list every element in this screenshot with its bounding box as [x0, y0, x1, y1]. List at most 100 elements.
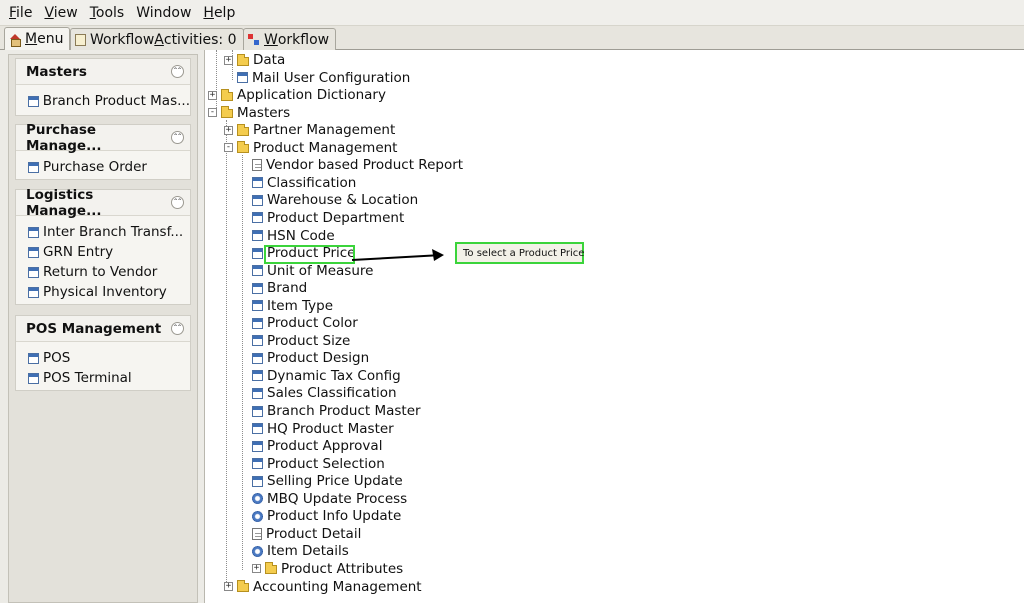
- report-icon: [252, 527, 262, 540]
- tree-node[interactable]: + Accounting Management: [224, 578, 422, 596]
- tree-node[interactable]: Product Selection: [252, 455, 385, 473]
- tree-node[interactable]: + Data: [224, 51, 285, 69]
- menu-view[interactable]: View: [38, 0, 83, 26]
- favorite-item[interactable]: Physical Inventory: [28, 282, 190, 302]
- collapse-icon[interactable]: -: [208, 108, 217, 118]
- tree-node[interactable]: Product Approval: [252, 437, 382, 455]
- expand-icon[interactable]: +: [208, 90, 217, 100]
- window-icon: [252, 335, 263, 347]
- tab-workflow[interactable]: Workflow: [243, 28, 337, 50]
- expand-icon[interactable]: +: [252, 564, 261, 574]
- tree-node[interactable]: Selling Price Update: [252, 472, 403, 490]
- window-icon: [28, 95, 39, 107]
- tree-node[interactable]: Warehouse & Location: [252, 191, 418, 209]
- tree-node[interactable]: Product Color: [252, 314, 358, 332]
- workflow-activities-icon: [75, 33, 86, 46]
- tree-node-label: Application Dictionary: [237, 87, 386, 104]
- window-icon: [237, 72, 248, 84]
- collapse-icon[interactable]: ˆˆ: [171, 196, 184, 209]
- favorite-item[interactable]: GRN Entry: [28, 242, 190, 262]
- tree-node-label: Classification: [267, 174, 357, 191]
- tree-node[interactable]: Sales Classification: [252, 384, 397, 402]
- window-icon: [28, 372, 39, 384]
- favorite-item[interactable]: Return to Vendor: [28, 262, 190, 282]
- folder-icon: [237, 123, 249, 136]
- favorite-item[interactable]: POS Terminal: [28, 368, 190, 388]
- tab-bar: Menu Workflow Activities: 0 Workflow: [0, 26, 1024, 50]
- tree-node-label: Product Size: [267, 332, 351, 349]
- group-header[interactable]: Logistics Manage... ˆˆ: [16, 186, 190, 219]
- folder-icon: [237, 580, 249, 592]
- collapse-icon[interactable]: ˆˆ: [171, 131, 184, 144]
- collapse-icon[interactable]: -: [224, 143, 233, 153]
- tree-node-label: Selling Price Update: [267, 473, 403, 490]
- window-icon: [28, 246, 39, 258]
- tree-node[interactable]: - Masters: [208, 104, 290, 122]
- tab-workflow-activities[interactable]: Workflow Activities: 0: [70, 28, 244, 50]
- tree-node[interactable]: Vendor based Product Report: [252, 156, 463, 174]
- tree-node[interactable]: Mail User Configuration: [224, 69, 410, 87]
- window-icon: [252, 458, 263, 470]
- home-icon: [9, 33, 21, 47]
- group-title: Logistics Manage...: [26, 186, 102, 219]
- favorite-item[interactable]: POS: [28, 348, 190, 368]
- favorites-panel: Masters ˆˆ Branch Product Mas... Purchas…: [8, 54, 198, 603]
- menu-help[interactable]: Help: [197, 0, 241, 26]
- tree-node-label: Masters: [237, 104, 291, 121]
- tree-node[interactable]: Product Department: [252, 209, 404, 227]
- window-icon: [252, 370, 263, 382]
- tree-node[interactable]: Product Detail: [252, 525, 361, 543]
- tree-node[interactable]: Brand: [252, 279, 307, 297]
- tree-node[interactable]: Item Details: [252, 542, 349, 560]
- collapse-icon[interactable]: ˆˆ: [171, 65, 184, 78]
- tree-node[interactable]: Product Size: [252, 332, 350, 350]
- group-header[interactable]: Masters ˆˆ: [16, 59, 190, 85]
- group-header[interactable]: POS Management ˆˆ: [16, 316, 190, 342]
- menu-tools[interactable]: Tools: [84, 0, 131, 26]
- expand-icon[interactable]: +: [224, 582, 233, 591]
- tree-node-label: Product Attributes: [281, 560, 404, 577]
- tree-node[interactable]: - Product Management: [224, 139, 397, 157]
- tree-node[interactable]: Item Type: [252, 297, 333, 315]
- favorite-item[interactable]: Inter Branch Transf...: [28, 222, 190, 242]
- window-icon: [28, 352, 39, 364]
- tree-node[interactable]: + Partner Management: [224, 121, 395, 139]
- window-icon: [28, 286, 39, 298]
- tree-node-label: HQ Product Master: [267, 420, 394, 437]
- report-icon: [252, 159, 262, 172]
- tree-connector: [242, 155, 243, 570]
- tree-node[interactable]: Classification: [252, 174, 356, 192]
- tab-menu[interactable]: Menu: [4, 27, 71, 50]
- window-icon: [252, 405, 263, 417]
- folder-icon: [265, 562, 277, 575]
- tree-node-label: MBQ Update Process: [267, 490, 408, 507]
- product-price-highlight: [264, 245, 355, 264]
- tree-node[interactable]: + Product Attributes: [252, 560, 403, 578]
- tree-node[interactable]: Product Design: [252, 349, 369, 367]
- favorite-item[interactable]: Purchase Order: [28, 157, 190, 177]
- window-icon: [252, 282, 263, 294]
- window-icon: [252, 212, 263, 224]
- tree-node[interactable]: MBQ Update Process: [252, 490, 407, 508]
- tree-node[interactable]: Dynamic Tax Config: [252, 367, 401, 385]
- expand-icon[interactable]: +: [224, 125, 233, 135]
- tree-node-label: Product Color: [267, 315, 358, 332]
- group-header[interactable]: Purchase Manage... ˆˆ: [16, 122, 190, 154]
- tree-node[interactable]: Product Info Update: [252, 507, 401, 525]
- window-icon: [252, 387, 263, 399]
- tree-node-label: Brand: [267, 280, 308, 297]
- menu-tree[interactable]: + Data Mail User Configuration + Application…: [204, 50, 1024, 603]
- tree-node-label: Product Department: [267, 209, 405, 226]
- tree-node[interactable]: HQ Product Master: [252, 420, 394, 438]
- menu-window[interactable]: Window: [130, 0, 197, 26]
- tree-node[interactable]: HSN Code: [252, 227, 335, 245]
- menu-file[interactable]: File: [3, 0, 38, 26]
- expand-icon[interactable]: +: [224, 55, 233, 65]
- favorite-item[interactable]: Branch Product Mas...: [28, 91, 190, 111]
- tree-node[interactable]: Branch Product Master: [252, 402, 421, 420]
- folder-icon: [237, 53, 249, 66]
- window-icon: [28, 266, 39, 278]
- window-icon: [252, 247, 263, 259]
- tree-node[interactable]: + Application Dictionary: [208, 86, 386, 104]
- collapse-icon[interactable]: ˆˆ: [171, 322, 184, 335]
